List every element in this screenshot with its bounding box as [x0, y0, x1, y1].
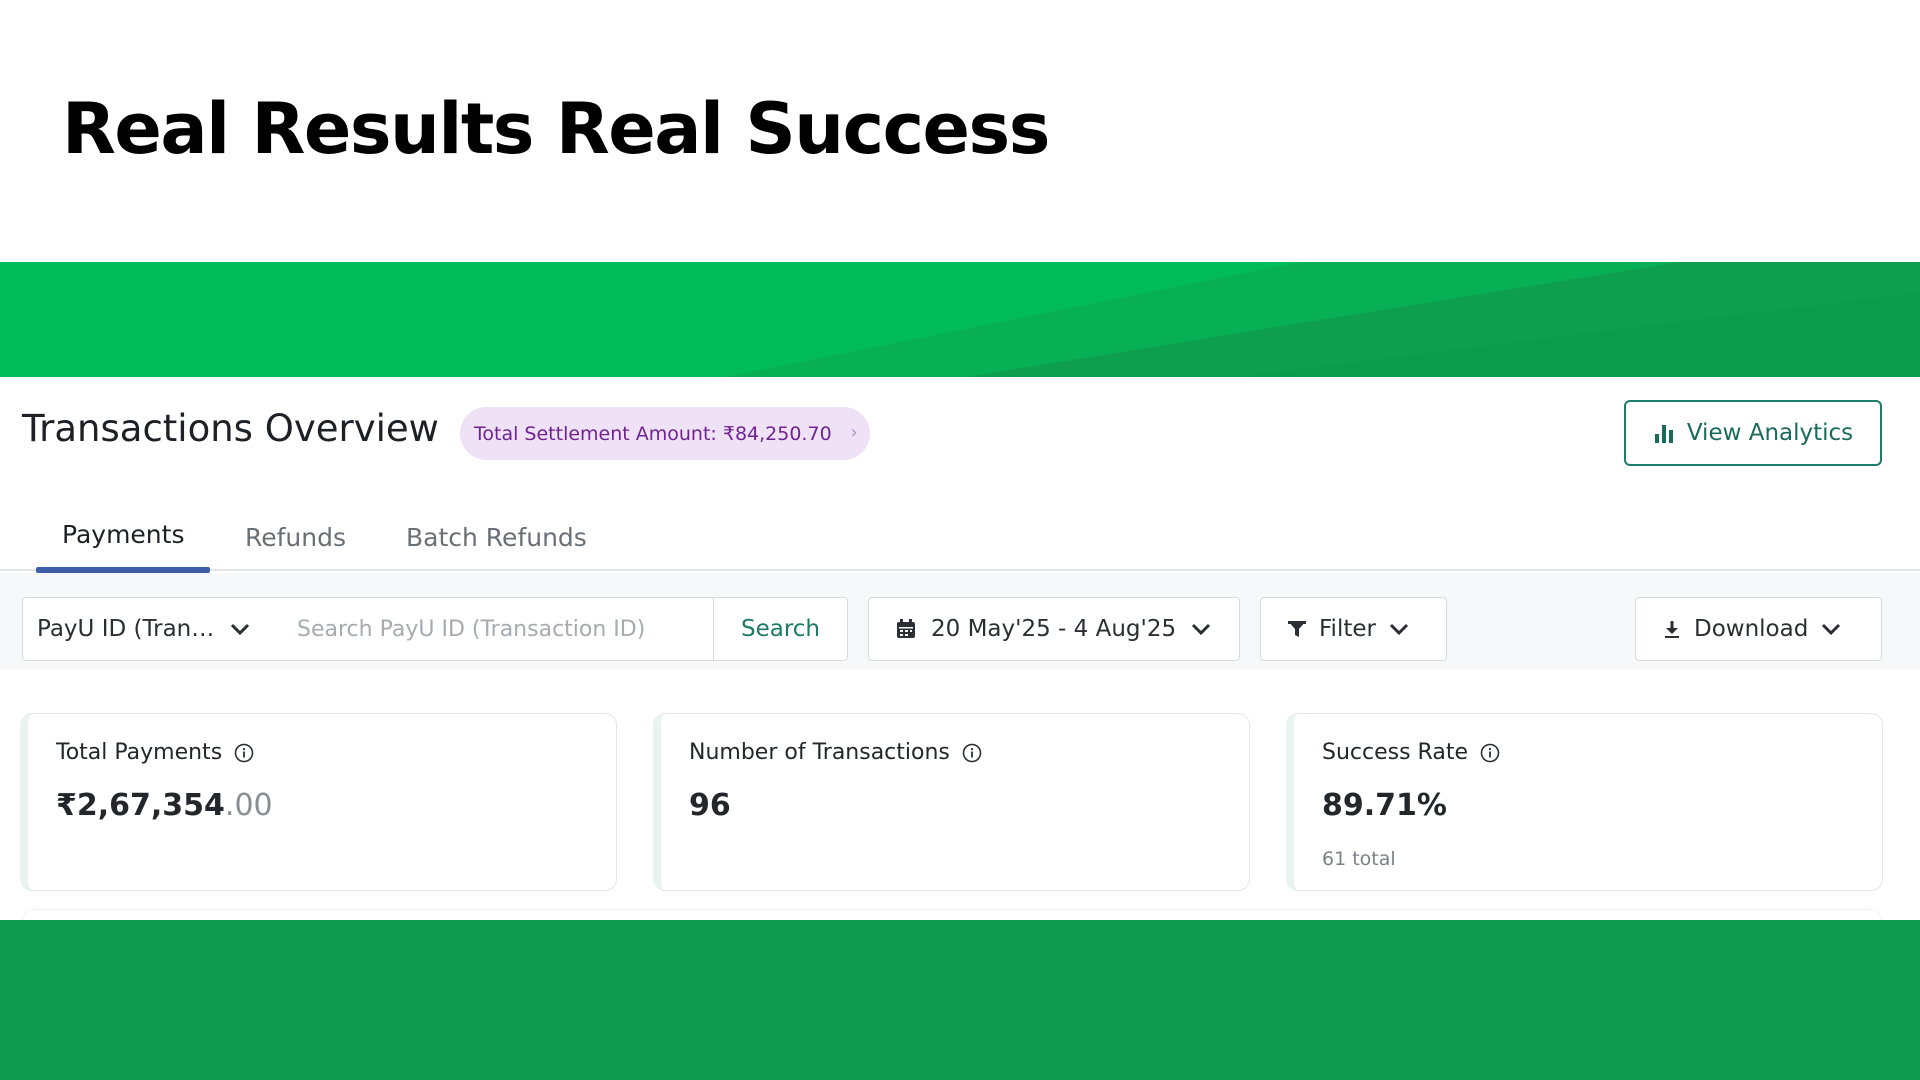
filter-icon [1288, 621, 1306, 637]
calendar-icon [897, 619, 915, 638]
tab-batch-refunds[interactable]: Batch Refunds [406, 517, 587, 571]
view-analytics-label: View Analytics [1686, 420, 1854, 446]
decorative-green-band [0, 262, 1920, 378]
metric-card-success-rate: Success Rate 89.71% 61 total [1286, 713, 1883, 891]
search-input[interactable]: Search PayU ID (Transaction ID) [271, 597, 715, 661]
metric-label-text: Number of Transactions [689, 740, 950, 765]
settlement-amount-label: Total Settlement Amount: ₹84,250.70 [474, 422, 832, 445]
search-type-value: PayU ID (Trans... [37, 616, 217, 642]
info-icon[interactable] [234, 743, 254, 763]
info-icon[interactable] [1480, 743, 1500, 763]
tab-batch-refunds-label: Batch Refunds [406, 523, 587, 552]
search-button-label: Search [740, 616, 821, 642]
download-button[interactable]: Download [1635, 597, 1882, 661]
date-range-picker[interactable]: 20 May'25 - 4 Aug'25 [868, 597, 1240, 661]
metric-label: Total Payments [56, 740, 254, 765]
chevron-down-icon [1822, 623, 1841, 636]
info-icon[interactable] [962, 743, 982, 763]
filter-label: Filter [1319, 616, 1376, 642]
tab-payments-label: Payments [62, 520, 185, 549]
page-headline: Real Results Real Success [62, 88, 1050, 170]
chevron-right-icon: › [850, 422, 858, 443]
search-type-select[interactable]: PayU ID (Trans... [22, 597, 272, 661]
metric-label: Success Rate [1322, 740, 1500, 765]
metric-value-main: 96 [689, 788, 731, 823]
date-range-value: 20 May'25 - 4 Aug'25 [931, 616, 1177, 642]
chevron-down-icon [230, 623, 250, 636]
filter-toolbar: PayU ID (Trans... Search PayU ID (Transa… [0, 573, 1920, 669]
metric-label: Number of Transactions [689, 740, 982, 765]
tab-payments[interactable]: Payments [36, 517, 211, 573]
metric-subtext: 61 total [1322, 848, 1396, 870]
metric-value-main: 89.71% [1322, 788, 1447, 823]
metric-label-text: Success Rate [1322, 740, 1468, 765]
tab-refunds-label: Refunds [245, 523, 347, 552]
metric-card-total-payments: Total Payments ₹2,67,354.00 [20, 713, 617, 891]
metric-label-text: Total Payments [56, 740, 223, 765]
metric-card-number-of-transactions: Number of Transactions 96 [653, 713, 1250, 891]
search-placeholder: Search PayU ID (Transaction ID) [297, 616, 646, 642]
page-title: Transactions Overview [22, 407, 439, 450]
settlement-amount-badge[interactable]: Total Settlement Amount: ₹84,250.70 › [460, 407, 870, 460]
metric-value-main: ₹2,67,354 [56, 788, 225, 823]
chevron-down-icon [1192, 623, 1211, 636]
view-analytics-button[interactable]: View Analytics [1624, 400, 1882, 466]
filter-button[interactable]: Filter [1260, 597, 1447, 661]
tab-refunds[interactable]: Refunds [245, 517, 346, 571]
chevron-down-icon [1389, 623, 1409, 636]
metric-value: 96 [689, 788, 731, 823]
band-stripes [720, 262, 1920, 378]
transactions-panel: Transactions Overview Total Settlement A… [0, 377, 1920, 921]
metric-value: 89.71% [1322, 788, 1447, 823]
bar-chart-icon [1654, 425, 1673, 443]
download-icon [1665, 621, 1679, 638]
decorative-green-footer [0, 920, 1920, 1080]
metric-value-decimal: .00 [224, 788, 273, 823]
search-button[interactable]: Search [713, 597, 848, 661]
tab-bar: Payments Refunds Batch Refunds [0, 517, 1920, 573]
metric-value: ₹2,67,354.00 [56, 788, 273, 823]
download-label: Download [1694, 616, 1809, 642]
